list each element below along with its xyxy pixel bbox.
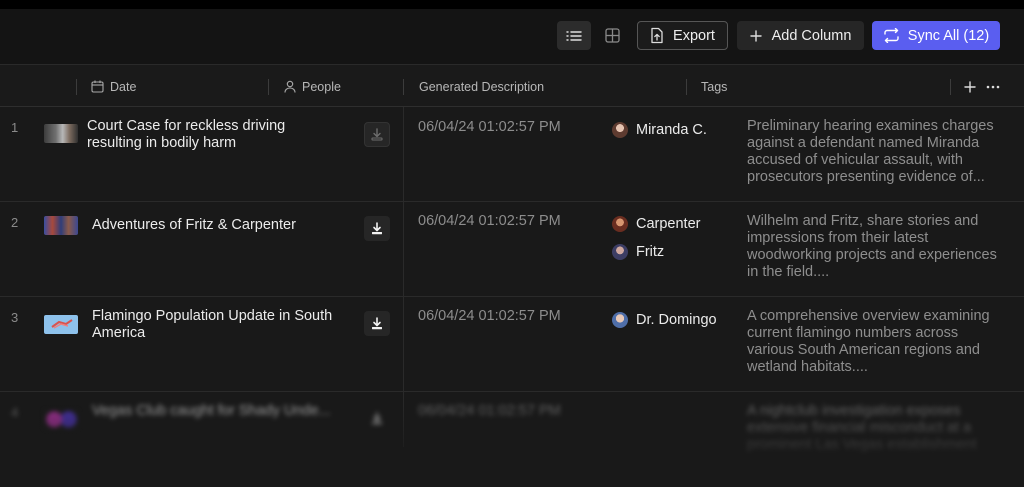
row-title[interactable]: Vegas Club caught for Shady Unde...: [92, 403, 337, 420]
avatar: [612, 122, 628, 138]
toolbar: Export Add Column Sync All (12): [0, 9, 1024, 64]
more-options-icon[interactable]: [986, 85, 1000, 89]
column-divider[interactable]: [686, 79, 687, 95]
download-icon: [371, 128, 383, 141]
row-title[interactable]: Court Case for reckless driving resultin…: [87, 118, 332, 152]
list-icon: [566, 30, 582, 41]
window-top-edge: [0, 0, 1024, 9]
column-header-date[interactable]: Date: [91, 65, 136, 108]
video-thumbnail[interactable]: [44, 216, 78, 235]
column-label-generated-description: Generated Description: [419, 79, 545, 94]
row-description: A nightclub investigation exposes extens…: [747, 403, 977, 453]
row-date: 06/04/24 01:02:57 PM: [418, 403, 561, 419]
column-header-generated-description[interactable]: Generated Description: [419, 65, 544, 108]
row-description: A comprehensive overview examining curre…: [747, 308, 990, 375]
avatar: [612, 216, 628, 232]
row-description: Preliminary hearing examines charges aga…: [747, 118, 994, 185]
row-title[interactable]: Adventures of Fritz & Carpenter: [92, 217, 337, 234]
add-column-label: Add Column: [771, 27, 852, 44]
column-label-tags: Tags: [701, 79, 728, 94]
plus-icon: [749, 29, 762, 42]
row-number: 1: [11, 120, 19, 135]
person-tag[interactable]: Miranda C.: [612, 122, 707, 138]
download-button[interactable]: [364, 311, 390, 336]
sync-all-label: Sync All (12): [907, 27, 990, 44]
flamingo-thumbnail-graphic: [51, 319, 73, 329]
person-tag[interactable]: Dr. Domingo: [612, 312, 717, 328]
person-name: Miranda C.: [636, 122, 707, 138]
column-label-date: Date: [110, 79, 137, 94]
person-name: Fritz: [636, 244, 665, 260]
export-label: Export: [673, 27, 715, 44]
row-description: Wilhelm and Fritz, share stories and imp…: [747, 213, 997, 280]
video-thumbnail[interactable]: [44, 410, 78, 429]
avatar: [612, 244, 628, 260]
avatar: [612, 312, 628, 328]
list-view-button[interactable]: [557, 21, 591, 50]
person-name: Dr. Domingo: [636, 312, 717, 328]
row-date: 06/04/24 01:02:57 PM: [418, 119, 561, 135]
header-actions: [964, 65, 1000, 108]
column-divider[interactable]: [403, 79, 404, 95]
download-icon: [372, 317, 382, 330]
sync-icon: [884, 28, 899, 43]
row-date: 06/04/24 01:02:57 PM: [418, 308, 561, 324]
column-header-people[interactable]: People: [284, 65, 341, 108]
row-number: 3: [11, 310, 19, 325]
column-header-tags[interactable]: Tags: [701, 65, 727, 108]
grid-icon: [604, 28, 620, 43]
download-button[interactable]: [364, 406, 390, 431]
row-date: 06/04/24 01:02:57 PM: [418, 213, 561, 229]
add-column-button[interactable]: Add Column: [737, 21, 864, 50]
video-thumbnail[interactable]: [44, 315, 78, 334]
table-row[interactable]: 3 Flamingo Population Update in South Am…: [0, 297, 1024, 392]
video-thumbnail[interactable]: [44, 124, 78, 143]
person-tag[interactable]: Carpenter: [612, 216, 700, 232]
person-icon: [284, 80, 296, 93]
calendar-icon: [91, 80, 104, 93]
grid-view-button[interactable]: [595, 21, 629, 50]
download-icon: [372, 412, 382, 425]
column-label-people: People: [302, 79, 341, 94]
row-title[interactable]: Flamingo Population Update in South Amer…: [92, 308, 337, 342]
table-row[interactable]: 1 Court Case for reckless driving result…: [0, 107, 1024, 202]
file-upload-icon: [651, 27, 663, 44]
download-button[interactable]: [364, 122, 390, 147]
column-divider[interactable]: [268, 79, 269, 95]
row-number: 4: [11, 405, 19, 420]
download-icon: [372, 222, 382, 235]
table-row[interactable]: 4 Vegas Club caught for Shady Unde... 06…: [0, 392, 1024, 487]
export-button[interactable]: Export: [637, 21, 728, 50]
person-name: Carpenter: [636, 216, 701, 232]
row-number: 2: [11, 215, 19, 230]
table-row[interactable]: 2 Adventures of Fritz & Carpenter 06/04/…: [0, 202, 1024, 297]
add-column-plus-icon[interactable]: [964, 80, 976, 93]
table-header: Date People Generated Description Tags: [0, 64, 1024, 107]
person-tag[interactable]: Fritz: [612, 244, 664, 260]
column-divider[interactable]: [950, 79, 951, 95]
sync-all-button[interactable]: Sync All (12): [872, 21, 1000, 50]
download-button[interactable]: [364, 216, 390, 241]
column-divider[interactable]: [76, 79, 77, 95]
